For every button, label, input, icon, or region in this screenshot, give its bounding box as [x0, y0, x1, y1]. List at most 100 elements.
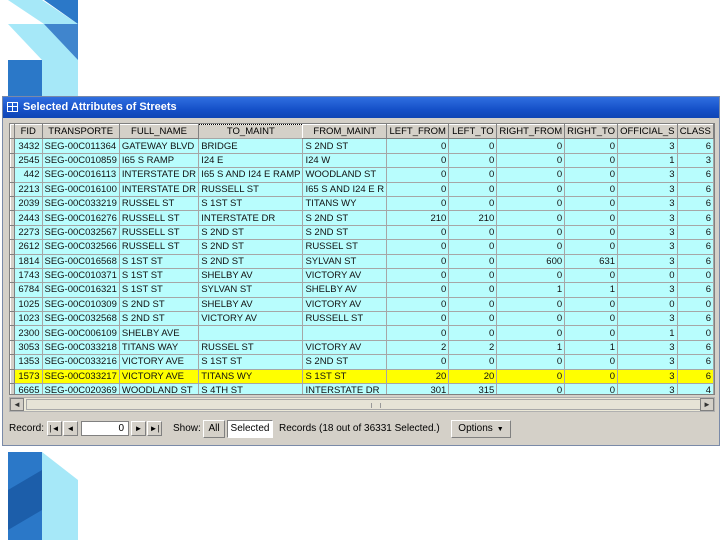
table-cell[interactable]: 1: [617, 325, 678, 341]
table-cell[interactable]: 6: [676, 195, 714, 212]
table-cell[interactable]: 6: [676, 368, 714, 385]
table-cell[interactable]: S 1ST ST: [302, 368, 388, 385]
table-cell[interactable]: 0: [496, 354, 566, 370]
table-cell[interactable]: 2545: [14, 152, 43, 169]
table-cell[interactable]: VICTORY AVE: [118, 354, 200, 370]
table-row[interactable]: 2443 SEG-00C016276 RUSSELL ST INTERSTATE DR…: [10, 210, 714, 226]
table-cell[interactable]: 3: [617, 354, 678, 370]
table-cell[interactable]: SEG-00C032566: [41, 239, 120, 255]
table-cell[interactable]: S 1ST ST: [118, 267, 200, 284]
scrollbar-thumb[interactable]: [26, 399, 714, 410]
table-cell[interactable]: 0: [448, 138, 498, 154]
table-row[interactable]: 6665 SEG-00C020369 WOODLAND ST S 4TH ST INTE…: [10, 383, 714, 394]
table-cell[interactable]: 6: [676, 282, 714, 298]
table-cell[interactable]: SYLVAN ST: [302, 253, 388, 269]
table-row[interactable]: 2039 SEG-00C033219 RUSSEL ST S 1ST ST TITANS…: [10, 195, 714, 212]
column-header[interactable]: CLASS: [676, 124, 714, 140]
table-row[interactable]: 1353 SEG-00C033216 VICTORY AVE S 1ST ST S 2N…: [10, 354, 714, 370]
table-cell[interactable]: 0: [496, 210, 566, 226]
table-cell[interactable]: 1743: [14, 267, 43, 284]
table-cell[interactable]: 0: [386, 195, 450, 212]
table-cell[interactable]: 6: [676, 167, 714, 183]
table-cell[interactable]: 301: [386, 383, 450, 394]
table-cell[interactable]: SHELBY AVE: [118, 325, 200, 341]
table-cell[interactable]: S 2ND ST: [118, 311, 200, 327]
table-cell[interactable]: 1: [496, 282, 566, 298]
table-cell[interactable]: RUSSELL ST: [118, 210, 200, 226]
table-cell[interactable]: 3: [617, 383, 678, 394]
table-cell[interactable]: S 4TH ST: [198, 383, 304, 394]
table-cell[interactable]: 20: [448, 368, 498, 385]
table-cell[interactable]: 3: [617, 195, 678, 212]
table-cell[interactable]: S 1ST ST: [198, 195, 304, 212]
table-cell[interactable]: SEG-00C033219: [41, 195, 120, 212]
table-cell[interactable]: 0: [448, 267, 498, 284]
table-cell[interactable]: S 2ND ST: [118, 296, 200, 313]
table-cell[interactable]: 1573: [14, 368, 43, 385]
scroll-right-icon[interactable]: ►: [700, 398, 714, 411]
table-cell[interactable]: 0: [386, 267, 450, 284]
table-cell[interactable]: 0: [386, 239, 450, 255]
table-row[interactable]: 442 SEG-00C016113 INTERSTATE DR I65 S AND I…: [10, 167, 714, 183]
table-cell[interactable]: 0: [564, 210, 619, 226]
table-row[interactable]: 1573 SEG-00C033217 VICTORY AVE TITANS WY S 1…: [10, 368, 714, 385]
previous-record-button[interactable]: ◄: [63, 421, 78, 436]
table-cell[interactable]: 0: [386, 138, 450, 154]
table-cell[interactable]: 0: [386, 152, 450, 169]
table-row[interactable]: 2213 SEG-00C016100 INTERSTATE DR RUSSELL ST…: [10, 181, 714, 197]
table-cell[interactable]: 0: [564, 368, 619, 385]
table-cell[interactable]: WOODLAND ST: [302, 167, 388, 183]
options-button[interactable]: Options ▼: [451, 420, 511, 438]
table-cell[interactable]: SYLVAN ST: [198, 282, 304, 298]
table-cell[interactable]: SEG-00C033218: [41, 339, 120, 356]
table-cell[interactable]: SHELBY AV: [198, 296, 304, 313]
table-cell[interactable]: 2: [448, 339, 498, 356]
table-cell[interactable]: 0: [448, 195, 498, 212]
table-cell[interactable]: 315: [448, 383, 498, 394]
table-cell[interactable]: 0: [564, 224, 619, 241]
table-row[interactable]: 1743 SEG-00C010371 S 1ST ST SHELBY AV VICTOR…: [10, 267, 714, 284]
table-cell[interactable]: 0: [676, 325, 714, 341]
table-cell[interactable]: 0: [448, 181, 498, 197]
table-cell[interactable]: 0: [448, 224, 498, 241]
table-cell[interactable]: 0: [386, 325, 450, 341]
table-cell[interactable]: I65 S RAMP: [118, 152, 200, 169]
table-cell[interactable]: 1353: [14, 354, 43, 370]
column-header[interactable]: LEFT_FROM: [386, 124, 450, 140]
table-cell[interactable]: 442: [14, 167, 43, 183]
table-cell[interactable]: 0: [564, 325, 619, 341]
table-cell[interactable]: SEG-00C020369: [41, 383, 120, 394]
table-cell[interactable]: 2273: [14, 224, 43, 241]
table-cell[interactable]: 0: [448, 152, 498, 169]
table-cell[interactable]: SHELBY AV: [302, 282, 388, 298]
table-cell[interactable]: 1814: [14, 253, 43, 269]
table-cell[interactable]: SEG-00C016113: [41, 167, 120, 183]
table-cell[interactable]: SEG-00C033217: [41, 368, 120, 385]
table-cell[interactable]: 0: [676, 267, 714, 284]
table-cell[interactable]: S 2ND ST: [302, 224, 388, 241]
table-cell[interactable]: 0: [496, 152, 566, 169]
table-cell[interactable]: SEG-00C011364: [41, 138, 120, 154]
table-cell[interactable]: 0: [564, 138, 619, 154]
table-cell[interactable]: 0: [564, 167, 619, 183]
table-row[interactable]: 1023 SEG-00C032568 S 2ND ST VICTORY AV RUSSE…: [10, 311, 714, 327]
table-cell[interactable]: 2612: [14, 239, 43, 255]
table-cell[interactable]: INTERSTATE DR: [302, 383, 388, 394]
table-cell[interactable]: 0: [496, 368, 566, 385]
table-cell[interactable]: 0: [564, 152, 619, 169]
table-cell[interactable]: INTERSTATE DR: [118, 167, 200, 183]
table-cell[interactable]: 0: [564, 354, 619, 370]
table-cell[interactable]: 0: [564, 181, 619, 197]
table-cell[interactable]: S 2ND ST: [198, 253, 304, 269]
table-cell[interactable]: 0: [448, 282, 498, 298]
table-cell[interactable]: 0: [564, 239, 619, 255]
table-cell[interactable]: RUSSEL ST: [302, 239, 388, 255]
show-all-button[interactable]: All: [203, 420, 225, 438]
table-cell[interactable]: 3: [617, 253, 678, 269]
table-cell[interactable]: 3053: [14, 339, 43, 356]
table-cell[interactable]: [198, 325, 304, 341]
table-cell[interactable]: S 1ST ST: [118, 253, 200, 269]
table-cell[interactable]: SEG-00C016100: [41, 181, 120, 197]
table-cell[interactable]: S 2ND ST: [302, 138, 388, 154]
table-cell[interactable]: SHELBY AV: [198, 267, 304, 284]
